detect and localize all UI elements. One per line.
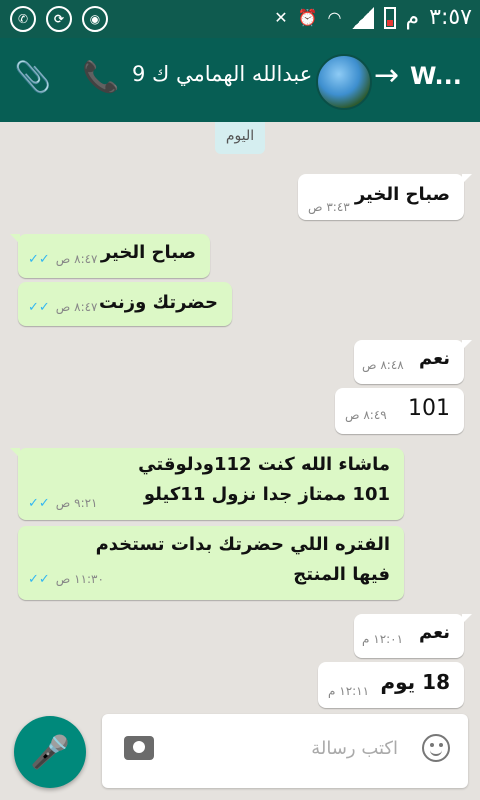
message-list[interactable]: اليوم صباح الخير ٣:٤٣ ص صباح الخير ✓✓ ٨:٤… <box>0 122 480 722</box>
message-text: 18 يوم <box>380 670 450 694</box>
message-text: صباح الخير <box>100 242 196 263</box>
mic-icon: 🎤 <box>30 733 70 771</box>
message-bubble[interactable]: الفتره اللي حضرتك بدات تستخدم فيها المنت… <box>18 526 404 600</box>
message-text-line2: فيها المنتج <box>293 564 390 585</box>
date-chip: اليوم <box>215 122 265 154</box>
chat-header: 📎 📞 عبدالله الهمامي ك 9 → W... <box>0 38 480 122</box>
message-bubble[interactable]: نعم ٨:٤٨ ص <box>354 340 472 384</box>
mic-button[interactable]: 🎤 <box>14 716 86 788</box>
read-ticks-icon: ✓✓ <box>28 300 54 315</box>
message-meta: ✓✓ ١١:٣٠ ص <box>28 572 104 587</box>
composer: 🎤 اكتب رسالة <box>0 700 480 800</box>
status-ampm: م <box>405 5 420 30</box>
back-arrow-icon[interactable]: → <box>374 58 399 93</box>
message-time: ١٢:٠١ م <box>362 632 404 646</box>
message-bubble[interactable]: صباح الخير ✓✓ ٨:٤٧ ص <box>10 234 210 278</box>
wifi-icon: ◠ <box>327 8 342 27</box>
message-time: ٨:٤٧ ص <box>55 300 98 314</box>
camera-icon[interactable] <box>124 736 154 760</box>
message-text-line2: 101 ممتاز جدا نزول 11كيلو <box>143 484 390 505</box>
whatsapp-icon: ✆ <box>10 6 36 32</box>
avatar[interactable] <box>316 54 372 110</box>
sync-icon: ⟳ <box>46 6 72 32</box>
message-meta: ✓✓ ٩:٢١ ص <box>28 496 98 511</box>
message-time: ٣:٤٣ ص <box>308 200 350 214</box>
attach-icon[interactable]: 📎 <box>14 60 51 95</box>
status-bar: ✆ ⟳ ◉ ✕ ⏰ ◠ م ٣:٥٧ <box>0 0 480 38</box>
message-bubble[interactable]: ماشاء الله كنت 112ودلوقتي 101 ممتاز جدا … <box>10 448 404 520</box>
message-text-line1: الفتره اللي حضرتك بدات تستخدم <box>95 534 390 555</box>
message-meta: ✓✓ ٨:٤٧ ص <box>28 252 98 267</box>
message-time: ١١:٣٠ ص <box>55 572 104 586</box>
read-ticks-icon: ✓✓ <box>28 252 54 267</box>
message-bubble[interactable]: نعم ١٢:٠١ م <box>354 614 472 658</box>
message-text-line1: ماشاء الله كنت 112ودلوقتي <box>138 454 390 475</box>
message-time: ٨:٤٩ ص <box>345 408 387 422</box>
message-text: 101 <box>408 396 450 421</box>
emoji-icon[interactable] <box>422 734 450 762</box>
message-input[interactable]: اكتب رسالة <box>102 714 468 788</box>
camera-status-icon: ◉ <box>82 6 108 32</box>
status-time: ٣:٥٧ <box>429 5 472 30</box>
battery-icon <box>383 6 396 29</box>
contact-name[interactable]: عبدالله الهمامي ك 9 <box>132 62 312 86</box>
message-time: ٨:٤٨ ص <box>362 358 404 372</box>
back-label[interactable]: W... <box>410 62 462 90</box>
message-time: ٨:٤٧ ص <box>55 252 98 266</box>
message-text: حضرتك وزنت <box>98 292 218 313</box>
message-time: ١٢:١١ م <box>328 684 370 698</box>
signal-icon <box>351 6 374 29</box>
message-text: صباح الخير <box>354 184 450 205</box>
message-placeholder: اكتب رسالة <box>311 738 398 759</box>
message-text: نعم <box>418 348 450 369</box>
read-ticks-icon: ✓✓ <box>28 496 54 511</box>
call-icon[interactable]: 📞 <box>82 60 119 95</box>
message-bubble[interactable]: صباح الخير ٣:٤٣ ص <box>298 174 472 220</box>
message-bubble[interactable]: حضرتك وزنت ✓✓ ٨:٤٧ ص <box>18 282 232 326</box>
message-meta: ✓✓ ٨:٤٧ ص <box>28 300 98 315</box>
mute-icon: ✕ <box>274 8 288 27</box>
read-ticks-icon: ✓✓ <box>28 572 54 587</box>
alarm-icon: ⏰ <box>297 8 318 27</box>
message-text: نعم <box>418 622 450 643</box>
message-bubble[interactable]: 101 ٨:٤٩ ص <box>335 388 464 434</box>
message-time: ٩:٢١ ص <box>55 496 98 510</box>
